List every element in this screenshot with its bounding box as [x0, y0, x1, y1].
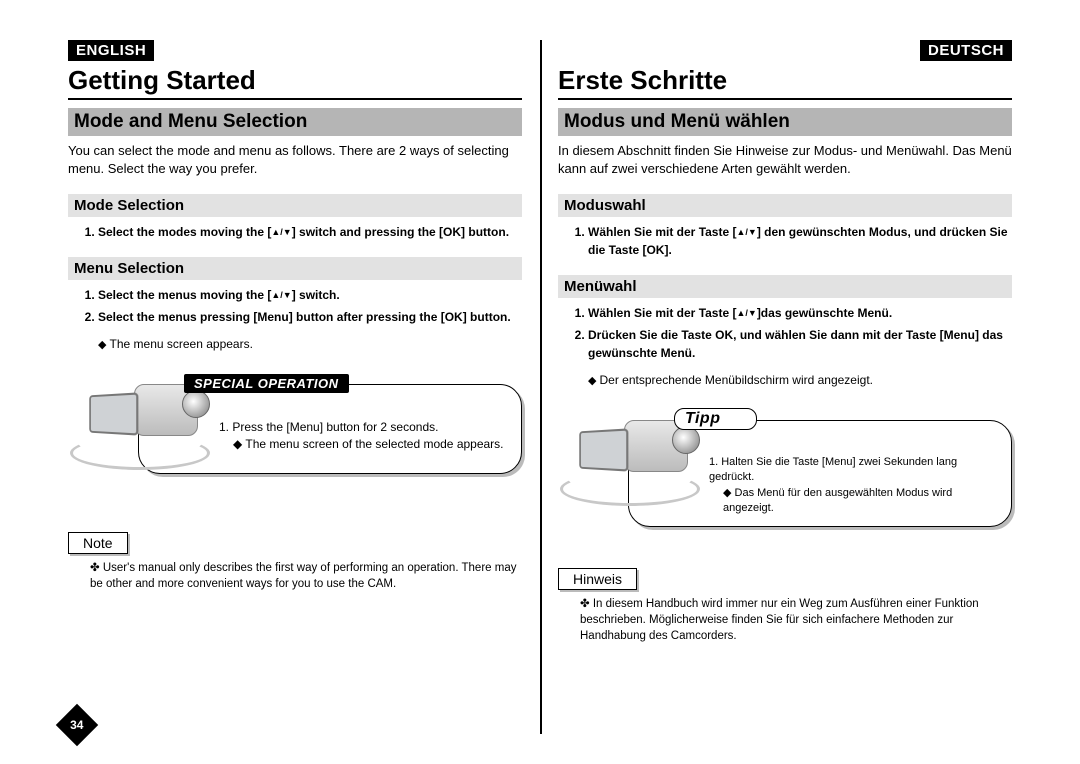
up-down-icon: ▲/▼: [736, 307, 756, 321]
lang-tag-deutsch: DEUTSCH: [920, 40, 1012, 61]
intro-text: In diesem Abschnitt finden Sie Hinweise …: [558, 142, 1012, 178]
callout-label: Tipp: [674, 408, 757, 430]
callout-step: 1. Press the [Menu] button for 2 seconds…: [219, 419, 507, 436]
callout-bullet: ◆ Das Menü für den ausgewählten Modus wi…: [723, 486, 997, 517]
note-label: Note: [68, 532, 128, 554]
moduswahl-steps: Wählen Sie mit der Taste [▲/▼] den gewün…: [588, 223, 1012, 263]
lang-tag-english: ENGLISH: [68, 40, 154, 61]
menu-selection-steps: Select the menus moving the [▲/▼] switch…: [98, 286, 522, 330]
section-heading: Mode and Menu Selection: [68, 108, 522, 136]
intro-text: You can select the mode and menu as foll…: [68, 142, 522, 178]
up-down-icon: ▲/▼: [736, 226, 756, 240]
note-list: User's manual only describes the first w…: [90, 560, 522, 592]
tipp-callout: Tipp 1. Halten Sie die Taste [Menu] zwei…: [558, 420, 1012, 540]
manual-page: ENGLISH Getting Started Mode and Menu Se…: [0, 0, 1080, 764]
page-number-badge: 34: [56, 704, 98, 746]
column-english: ENGLISH Getting Started Mode and Menu Se…: [50, 40, 540, 734]
step-item: Select the menus pressing [Menu] button …: [98, 308, 522, 326]
callout-label: SPECIAL OPERATION: [184, 374, 349, 393]
result-bullet: Der entsprechende Menübildschirm wird an…: [588, 372, 1012, 389]
menuewahl-steps: Wählen Sie mit der Taste [▲/▼]das gewüns…: [588, 304, 1012, 366]
step-item: Wählen Sie mit der Taste [▲/▼] den gewün…: [588, 223, 1012, 259]
subheading-menuewahl: Menüwahl: [558, 275, 1012, 298]
section-heading: Modus und Menü wählen: [558, 108, 1012, 136]
chapter-title: Erste Schritte: [558, 65, 1012, 100]
hinweis-list: In diesem Handbuch wird immer nur ein We…: [580, 596, 1012, 644]
up-down-icon: ▲/▼: [271, 226, 291, 240]
step-item: Select the modes moving the [▲/▼] switch…: [98, 223, 522, 241]
chapter-title: Getting Started: [68, 65, 522, 100]
callout-step: 1. Halten Sie die Taste [Menu] zwei Seku…: [709, 455, 997, 486]
mode-selection-steps: Select the modes moving the [▲/▼] switch…: [98, 223, 522, 245]
callout-bullet: ◆ The menu screen of the selected mode a…: [233, 436, 507, 453]
step-item: Wählen Sie mit der Taste [▲/▼]das gewüns…: [588, 304, 1012, 322]
column-deutsch: DEUTSCH Erste Schritte Modus und Menü wä…: [540, 40, 1030, 734]
subheading-menu-selection: Menu Selection: [68, 257, 522, 280]
step-item: Select the menus moving the [▲/▼] switch…: [98, 286, 522, 304]
step-item: Drücken Sie die Taste OK, und wählen Sie…: [588, 326, 1012, 362]
hinweis-item: In diesem Handbuch wird immer nur ein We…: [580, 596, 1012, 644]
note-item: User's manual only describes the first w…: [90, 560, 522, 592]
hinweis-label: Hinweis: [558, 568, 637, 590]
subheading-moduswahl: Moduswahl: [558, 194, 1012, 217]
special-operation-callout: SPECIAL OPERATION 1. Press the [Menu] bu…: [68, 384, 522, 504]
up-down-icon: ▲/▼: [271, 289, 291, 303]
result-bullet: The menu screen appears.: [98, 336, 522, 353]
subheading-mode-selection: Mode Selection: [68, 194, 522, 217]
